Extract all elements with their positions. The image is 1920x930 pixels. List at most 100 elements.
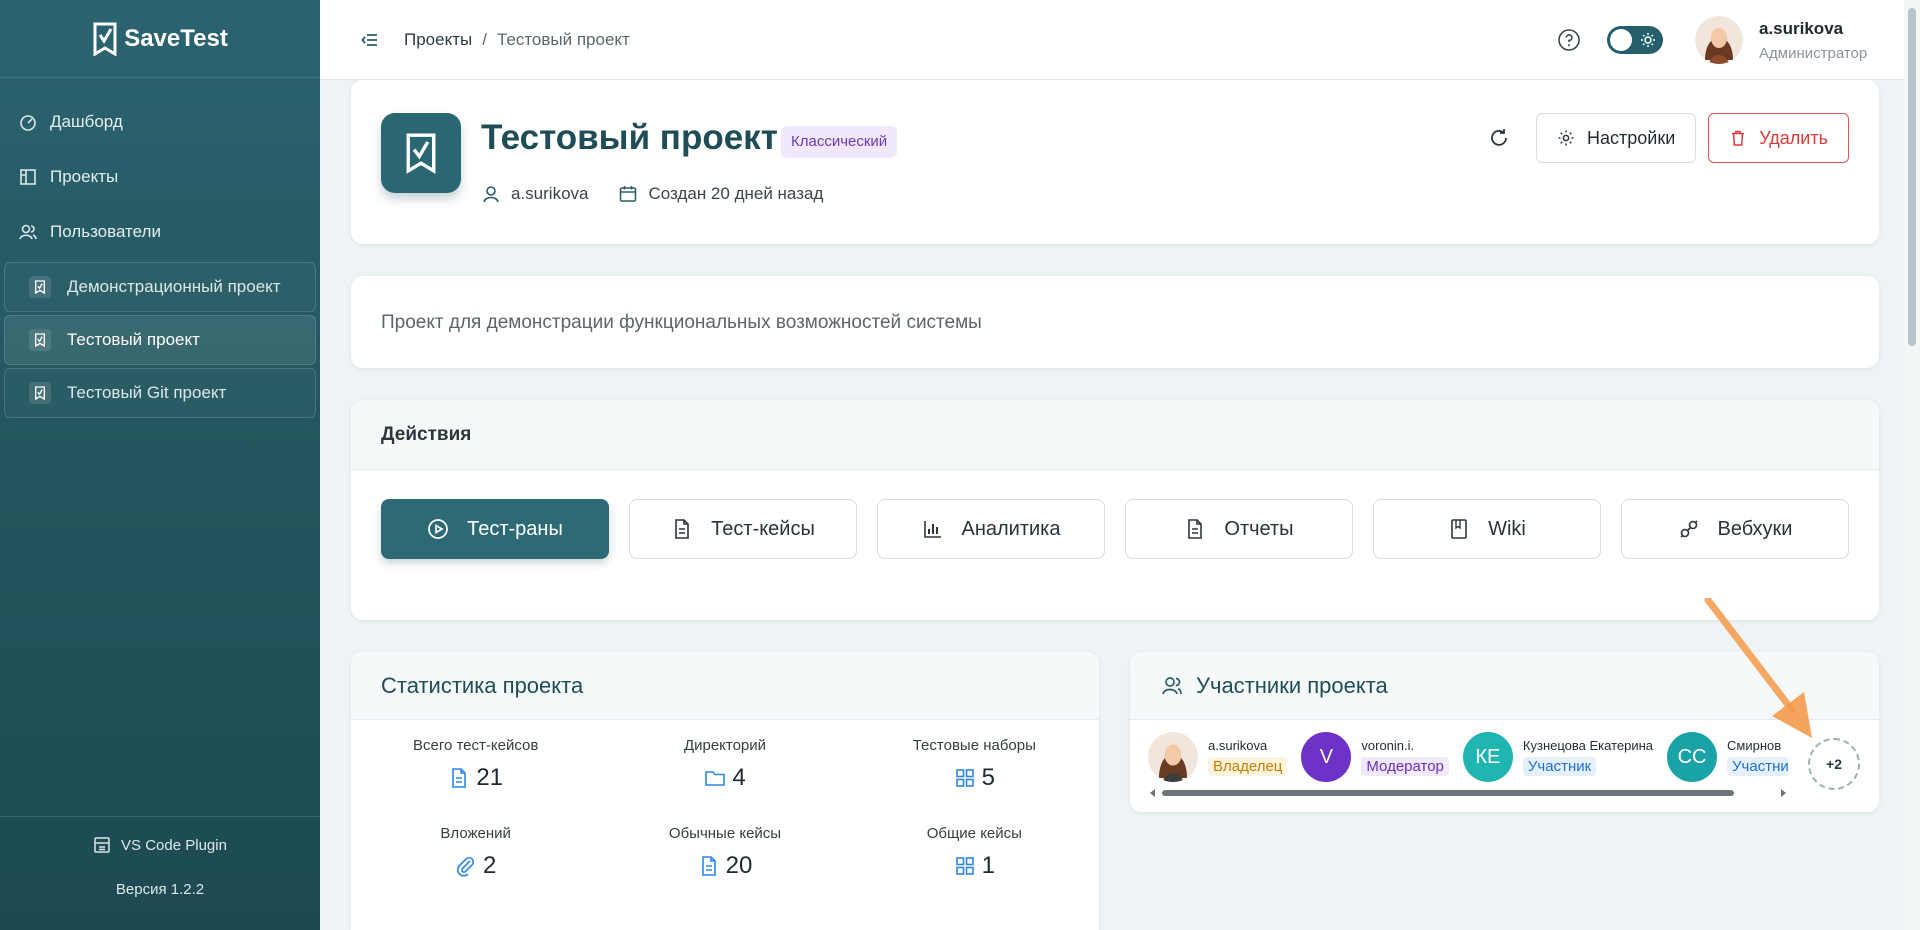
grid-icon [955,856,974,875]
member-item[interactable]: СС Смирнов Участник [1667,732,1788,782]
stats-title: Статистика проекта [351,652,1099,720]
report-icon [1188,519,1203,539]
members-header: Участники проекта [1130,652,1879,720]
project-owner-name: a.surikova [511,184,589,203]
paperclip-icon [456,856,475,876]
project-created: Создан 20 дней назад [618,184,823,204]
document-icon [701,855,716,876]
play-circle-icon [428,519,448,539]
project-icon [29,329,51,351]
breadcrumb-projects[interactable]: Проекты [404,30,472,50]
member-name: voronin.i. [1361,738,1415,753]
action-label: Вебхуки [1717,517,1793,540]
member-avatar: СС [1667,732,1718,782]
project-meta: a.surikova Создан 20 дней назад [481,184,853,204]
webhook-icon [1679,520,1698,538]
stat-value: 2 [482,851,497,879]
members-title: Участники проекта [1196,672,1388,698]
document-icon [675,519,689,539]
settings-button[interactable]: Настройки [1536,113,1697,163]
action-label: Wiki [1488,517,1526,540]
webhooks-button[interactable]: Вебхуки [1621,499,1849,559]
nav-item-projects[interactable]: Проекты [0,149,320,204]
top-header: Проекты / Тестовый проект a.surikova Адм… [320,0,1920,80]
test-runs-button[interactable]: Тест-раны [381,499,609,559]
stat-test-suites: Тестовые наборы 5 [850,720,1099,808]
member-avatar [1148,732,1198,782]
app-logo[interactable]: SaveTest [0,0,320,78]
nav-item-users[interactable]: Пользователи [0,204,320,259]
header-right: a.surikova Администратор [1557,0,1920,80]
page-scrollbar[interactable] [1904,0,1920,930]
delete-button[interactable]: Удалить [1708,113,1849,163]
sidebar-project-label: Тестовый проект [67,330,200,349]
toggle-knob [1610,29,1632,51]
delete-label: Удалить [1759,127,1828,148]
member-role-badge: Владелец [1208,757,1288,776]
stat-value: 5 [981,763,995,791]
sidebar-project-git[interactable]: Тестовый Git проект [4,368,316,418]
project-icon [29,276,51,298]
users-icon [1162,676,1182,694]
projects-icon [20,168,36,185]
help-icon[interactable] [1557,28,1581,52]
member-item[interactable]: a.surikova Владелец [1148,732,1288,782]
project-members-card: Участники проекта a.surikova Владелец V … [1130,652,1879,812]
breadcrumb-separator: / [482,29,487,49]
member-role-badge: Участник [1727,757,1788,776]
user-avatar[interactable] [1695,16,1743,64]
stat-label: Обычные кейсы [668,824,782,842]
nav-item-dashboard[interactable]: Дашборд [0,94,320,149]
test-cases-button[interactable]: Тест-кейсы [629,499,857,559]
stat-label: Общие кейсы [926,824,1022,842]
member-role-badge: Участник [1522,757,1597,776]
reports-button[interactable]: Отчеты [1125,499,1353,559]
stat-regular-cases: Обычные кейсы 20 [600,808,849,896]
user-role: Администратор [1759,44,1868,62]
app-name: SaveTest [124,24,228,52]
vscode-plugin-link[interactable]: VS Code Plugin [0,817,320,873]
theme-toggle[interactable] [1607,26,1663,54]
folder-icon [705,770,726,786]
project-icon [29,382,51,404]
document-icon [452,767,467,788]
refresh-icon[interactable] [1488,127,1510,149]
stat-total-cases: Всего тест-кейсов 21 [351,720,600,808]
project-description-card: Проект для демонстрации функциональных в… [351,276,1879,368]
user-info[interactable]: a.surikova Администратор [1759,19,1904,62]
scrollbar-thumb[interactable] [1908,8,1916,346]
user-name: a.surikova [1759,18,1844,38]
stat-value: 20 [725,851,753,879]
project-logo-icon [381,113,461,193]
nav-label: Пользователи [50,221,161,241]
stat-value: 1 [981,851,995,879]
stat-label: Тестовые наборы [912,736,1036,754]
member-name: Кузнецова Екатерина [1522,738,1654,753]
sidebar-project-test[interactable]: Тестовый проект [4,315,316,365]
more-members-button[interactable]: +2 [1808,738,1860,790]
actions-title: Действия [351,400,1879,470]
bar-chart-icon [923,521,941,538]
member-item[interactable]: V voronin.i. Модератор [1301,732,1449,782]
project-owner: a.surikova [481,184,588,204]
stat-label: Директорий [683,736,767,754]
analytics-button[interactable]: Аналитика [877,499,1105,559]
users-icon [19,224,37,239]
project-stats-card: Статистика проекта Всего тест-кейсов 21 … [351,652,1099,930]
member-role-badge: Модератор [1361,757,1449,776]
members-scrollbar[interactable] [1148,786,1788,800]
project-header-card: Тестовый проект Классический a.surikova … [351,80,1879,244]
settings-label: Настройки [1587,127,1676,148]
stat-value: 4 [732,763,746,791]
dashboard-icon [20,114,36,131]
sidebar-project-demo[interactable]: Демонстрационный проект [4,262,316,312]
nav-label: Дашборд [50,111,123,131]
book-icon [1451,519,1467,539]
user-icon [483,186,499,203]
sidebar-footer: VS Code Plugin Версия 1.2.2 [0,816,320,930]
collapse-menu-icon[interactable] [360,30,380,50]
action-label: Отчеты [1224,517,1294,540]
wiki-button[interactable]: Wiki [1373,499,1601,559]
member-item[interactable]: КЕ Кузнецова Екатерина Участник [1462,732,1654,782]
plugin-label: VS Code Plugin [121,836,227,854]
